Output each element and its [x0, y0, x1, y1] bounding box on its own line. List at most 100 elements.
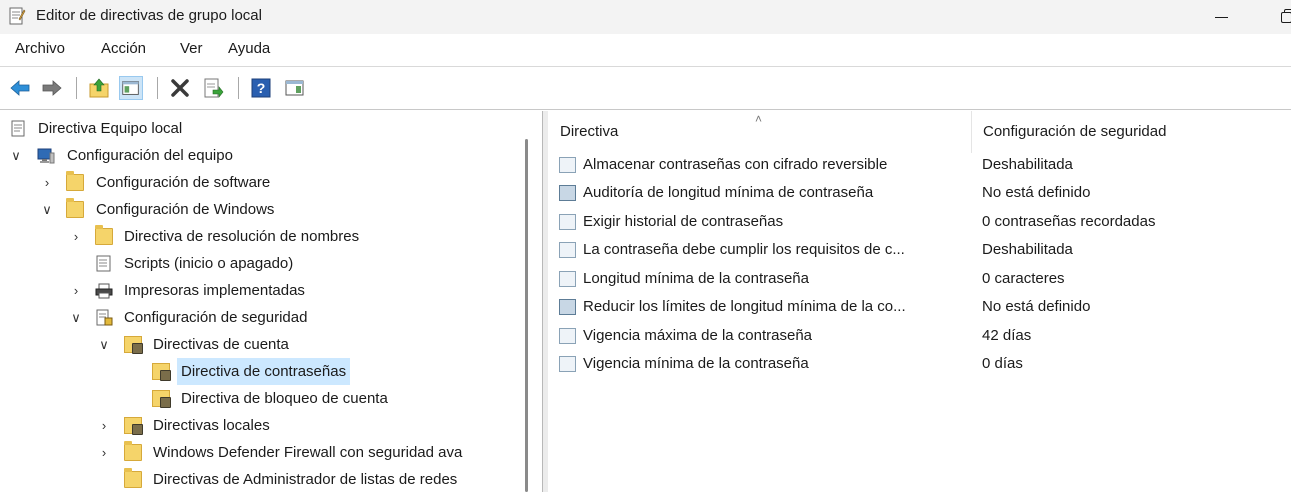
computer-icon: [37, 148, 55, 164]
locked-folder-icon: [124, 417, 143, 435]
policy-name: Auditoría de longitud mínima de contrase…: [583, 184, 874, 201]
tree-label: Configuración de software: [96, 174, 271, 191]
policy-name: Almacenar contraseñas con cifrado revers…: [583, 156, 888, 173]
policy-value: 0 contraseñas recordadas: [982, 213, 1156, 230]
column-header-directiva[interactable]: Directiva: [560, 111, 618, 153]
tree-item-computer-config[interactable]: ∨ Configuración del equipo: [0, 142, 520, 169]
menu-ayuda[interactable]: Ayuda: [228, 40, 270, 57]
tree-item-root[interactable]: Directiva Equipo local: [0, 115, 520, 142]
chevron-down-icon[interactable]: ∨: [97, 331, 111, 358]
svg-text:?: ?: [257, 80, 266, 96]
list-row[interactable]: Vigencia máxima de la contraseña 42 días: [548, 322, 1291, 350]
list-row[interactable]: Almacenar contraseñas con cifrado revers…: [548, 151, 1291, 179]
tree-item-lockout-policy[interactable]: Directiva de bloqueo de cuenta: [0, 385, 520, 412]
tree-label: Directivas de Administrador de listas de…: [153, 471, 458, 488]
tree-label: Windows Defender Firewall con seguridad …: [153, 444, 463, 461]
sort-ascending-icon: ˄: [755, 112, 763, 126]
chevron-down-icon[interactable]: ∨: [40, 196, 54, 223]
policy-name: Vigencia mínima de la contraseña: [583, 355, 809, 372]
policy-setting-icon: [559, 214, 576, 230]
column-header-configuracion[interactable]: Configuración de seguridad: [983, 111, 1166, 153]
minimize-button[interactable]: [1205, 0, 1241, 34]
menu-bar: Archivo Acción Ver Ayuda: [0, 34, 1291, 66]
menu-accion[interactable]: Acción: [101, 40, 146, 57]
export-list-icon[interactable]: [201, 76, 225, 100]
details-list[interactable]: ˄ Directiva Configuración de seguridad A…: [548, 111, 1291, 492]
window-title: Editor de directivas de grupo local: [36, 7, 262, 24]
up-folder-icon[interactable]: [87, 76, 111, 100]
tree-label: Directivas de cuenta: [153, 336, 289, 353]
list-row[interactable]: La contraseña debe cumplir los requisito…: [548, 236, 1291, 264]
policy-document-icon: [11, 120, 25, 137]
security-settings-icon: [96, 309, 113, 326]
list-row[interactable]: Exigir historial de contraseñas 0 contra…: [548, 208, 1291, 236]
chevron-down-icon[interactable]: ∨: [69, 304, 83, 331]
title-bar: Editor de directivas de grupo local: [0, 0, 1291, 34]
tree-item-name-resolution[interactable]: › Directiva de resolución de nombres: [0, 223, 520, 250]
chevron-right-icon[interactable]: ›: [97, 439, 111, 466]
tree-item-security-config[interactable]: ∨ Configuración de seguridad: [0, 304, 520, 331]
policy-value: 42 días: [982, 327, 1032, 344]
tree-label: Directiva de bloqueo de cuenta: [181, 390, 388, 407]
scripts-icon: [96, 255, 111, 272]
tree-item-network-list[interactable]: Directivas de Administrador de listas de…: [0, 466, 520, 492]
chevron-right-icon[interactable]: ›: [69, 277, 83, 304]
folder-icon: [66, 198, 84, 218]
chevron-right-icon[interactable]: ›: [69, 223, 83, 250]
policy-value: No está definido: [982, 298, 1091, 315]
toolbar-separator: [157, 77, 158, 99]
console-tree[interactable]: Directiva Equipo local ∨ Configuración d…: [0, 111, 543, 492]
delete-icon[interactable]: [168, 76, 192, 100]
policy-setting-icon: [559, 328, 576, 344]
tree-label: Configuración de seguridad: [124, 309, 308, 326]
policy-editor-app-icon: [9, 7, 26, 25]
menu-ver[interactable]: Ver: [180, 40, 203, 57]
properties-view-icon[interactable]: [283, 76, 307, 100]
policy-name: Vigencia máxima de la contraseña: [583, 327, 813, 344]
tree-label: Directivas locales: [153, 417, 270, 434]
toolbar: ?: [0, 66, 1291, 110]
tree-item-software-config[interactable]: › Configuración de software: [0, 169, 520, 196]
tree-label: Directiva de contraseñas: [177, 358, 351, 385]
policy-setting-icon: [559, 157, 576, 173]
policy-value: Deshabilitada: [982, 156, 1073, 173]
forward-arrow-icon[interactable]: [40, 76, 64, 100]
tree-label: Configuración del equipo: [67, 147, 233, 164]
tree-item-windows-config[interactable]: ∨ Configuración de Windows: [0, 196, 520, 223]
policy-setting-icon: [559, 271, 576, 287]
policy-name: La contraseña debe cumplir los requisito…: [583, 241, 905, 258]
tree-item-printers[interactable]: › Impresoras implementadas: [0, 277, 520, 304]
tree-item-firewall[interactable]: › Windows Defender Firewall con segurida…: [0, 439, 520, 466]
policy-name: Reducir los límites de longitud mínima d…: [583, 298, 906, 315]
chevron-right-icon[interactable]: ›: [40, 169, 54, 196]
list-row[interactable]: Vigencia mínima de la contraseña 0 días: [548, 350, 1291, 378]
show-hide-tree-icon[interactable]: [119, 76, 143, 100]
tree-item-local-policies[interactable]: › Directivas locales: [0, 412, 520, 439]
tree-item-account-policies[interactable]: ∨ Directivas de cuenta: [0, 331, 520, 358]
folder-icon: [124, 441, 142, 461]
chevron-down-icon[interactable]: ∨: [9, 142, 23, 169]
tree-item-password-policy[interactable]: Directiva de contraseñas: [0, 358, 520, 385]
audit-policy-icon: [559, 299, 576, 315]
tree-scrollbar[interactable]: [525, 139, 528, 492]
audit-policy-icon: [559, 185, 576, 201]
list-row[interactable]: Auditoría de longitud mínima de contrase…: [548, 179, 1291, 207]
menu-archivo[interactable]: Archivo: [15, 40, 65, 57]
chevron-right-icon[interactable]: ›: [97, 412, 111, 439]
list-row[interactable]: Reducir los límites de longitud mínima d…: [548, 293, 1291, 321]
locked-folder-icon: [152, 390, 171, 408]
restore-button[interactable]: [1270, 0, 1291, 34]
help-icon[interactable]: ?: [249, 76, 273, 100]
policy-value: 0 caracteres: [982, 270, 1065, 287]
column-divider[interactable]: [971, 111, 972, 153]
printer-icon: [95, 283, 113, 299]
back-arrow-icon[interactable]: [8, 76, 32, 100]
policy-value: Deshabilitada: [982, 241, 1073, 258]
tree-label: Directiva Equipo local: [38, 120, 183, 137]
tree-label: Scripts (inicio o apagado): [124, 255, 294, 272]
tree-item-scripts[interactable]: Scripts (inicio o apagado): [0, 250, 520, 277]
policy-name: Longitud mínima de la contraseña: [583, 270, 809, 287]
list-row[interactable]: Longitud mínima de la contraseña 0 carac…: [548, 265, 1291, 293]
folder-icon: [95, 225, 113, 245]
toolbar-separator: [238, 77, 239, 99]
